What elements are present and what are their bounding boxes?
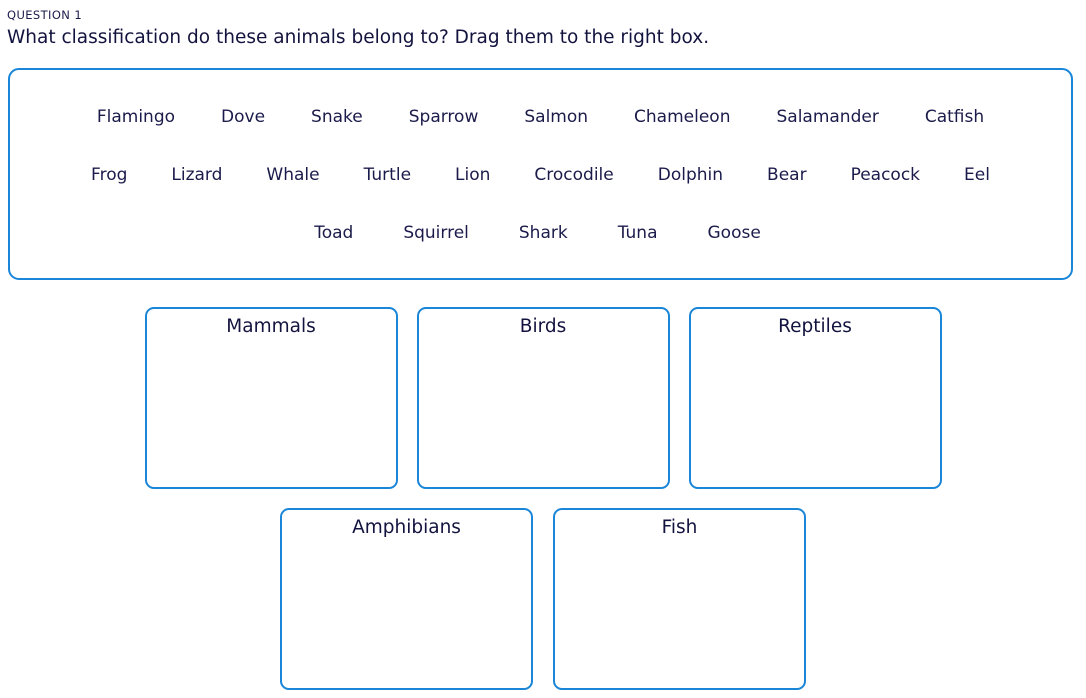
draggable-word[interactable]: Tuna <box>618 222 658 244</box>
draggable-word[interactable]: Flamingo <box>97 106 175 128</box>
draggable-word[interactable]: Toad <box>314 222 353 244</box>
draggable-word[interactable]: Salmon <box>524 106 588 128</box>
drop-box-title: Amphibians <box>352 517 461 538</box>
draggable-word[interactable]: Turtle <box>364 164 411 186</box>
drop-box-title: Reptiles <box>778 316 852 337</box>
draggable-word[interactable]: Shark <box>519 222 568 244</box>
draggable-word[interactable]: Snake <box>311 106 363 128</box>
drop-zones-area: Mammals Birds Reptiles Amphibians Fish <box>0 307 1086 690</box>
drop-box-title: Birds <box>519 316 567 337</box>
drop-box-title: Mammals <box>226 316 316 337</box>
drop-box-fish[interactable]: Fish <box>553 508 806 690</box>
drop-zone-row-bottom: Amphibians Fish <box>0 508 1086 690</box>
draggable-word[interactable]: Goose <box>708 222 761 244</box>
drop-box-contents[interactable] <box>288 546 525 682</box>
drop-box-title: Fish <box>661 517 698 538</box>
word-bank-row-2: Frog Lizard Whale Turtle Lion Crocodile … <box>28 146 1053 204</box>
word-bank-row-1: Flamingo Dove Snake Sparrow Salmon Chame… <box>28 88 1053 146</box>
draggable-word[interactable]: Sparrow <box>409 106 479 128</box>
question-prompt-text: What classification do these animals bel… <box>7 27 710 48</box>
draggable-word[interactable]: Bear <box>767 164 807 186</box>
draggable-word[interactable]: Dove <box>221 106 265 128</box>
drop-zone-row-top: Mammals Birds Reptiles <box>0 307 1086 489</box>
drop-box-mammals[interactable]: Mammals <box>144 307 398 489</box>
drop-box-contents[interactable] <box>425 345 662 481</box>
draggable-word[interactable]: Frog <box>91 164 127 186</box>
draggable-word[interactable]: Peacock <box>851 164 920 186</box>
drop-box-birds[interactable]: Birds <box>416 307 670 489</box>
draggable-word[interactable]: Crocodile <box>534 164 613 186</box>
draggable-word[interactable]: Catfish <box>925 106 984 128</box>
drop-box-amphibians[interactable]: Amphibians <box>280 508 533 690</box>
drop-box-contents[interactable] <box>153 345 390 481</box>
draggable-word[interactable]: Whale <box>266 164 319 186</box>
draggable-word[interactable]: Chameleon <box>634 106 730 128</box>
draggable-word[interactable]: Eel <box>964 164 990 186</box>
drop-box-contents[interactable] <box>697 345 934 481</box>
draggable-word[interactable]: Squirrel <box>403 222 469 244</box>
drop-box-reptiles[interactable]: Reptiles <box>688 307 942 489</box>
word-bank-row-3: Toad Squirrel Shark Tuna Goose <box>28 204 1053 262</box>
draggable-word[interactable]: Lion <box>455 164 490 186</box>
question-number-label: QUESTION 1 <box>7 8 83 22</box>
draggable-word[interactable]: Lizard <box>171 164 222 186</box>
word-bank-container: Flamingo Dove Snake Sparrow Salmon Chame… <box>8 68 1073 280</box>
drop-box-contents[interactable] <box>561 546 798 682</box>
draggable-word[interactable]: Salamander <box>776 106 878 128</box>
draggable-word[interactable]: Dolphin <box>658 164 723 186</box>
